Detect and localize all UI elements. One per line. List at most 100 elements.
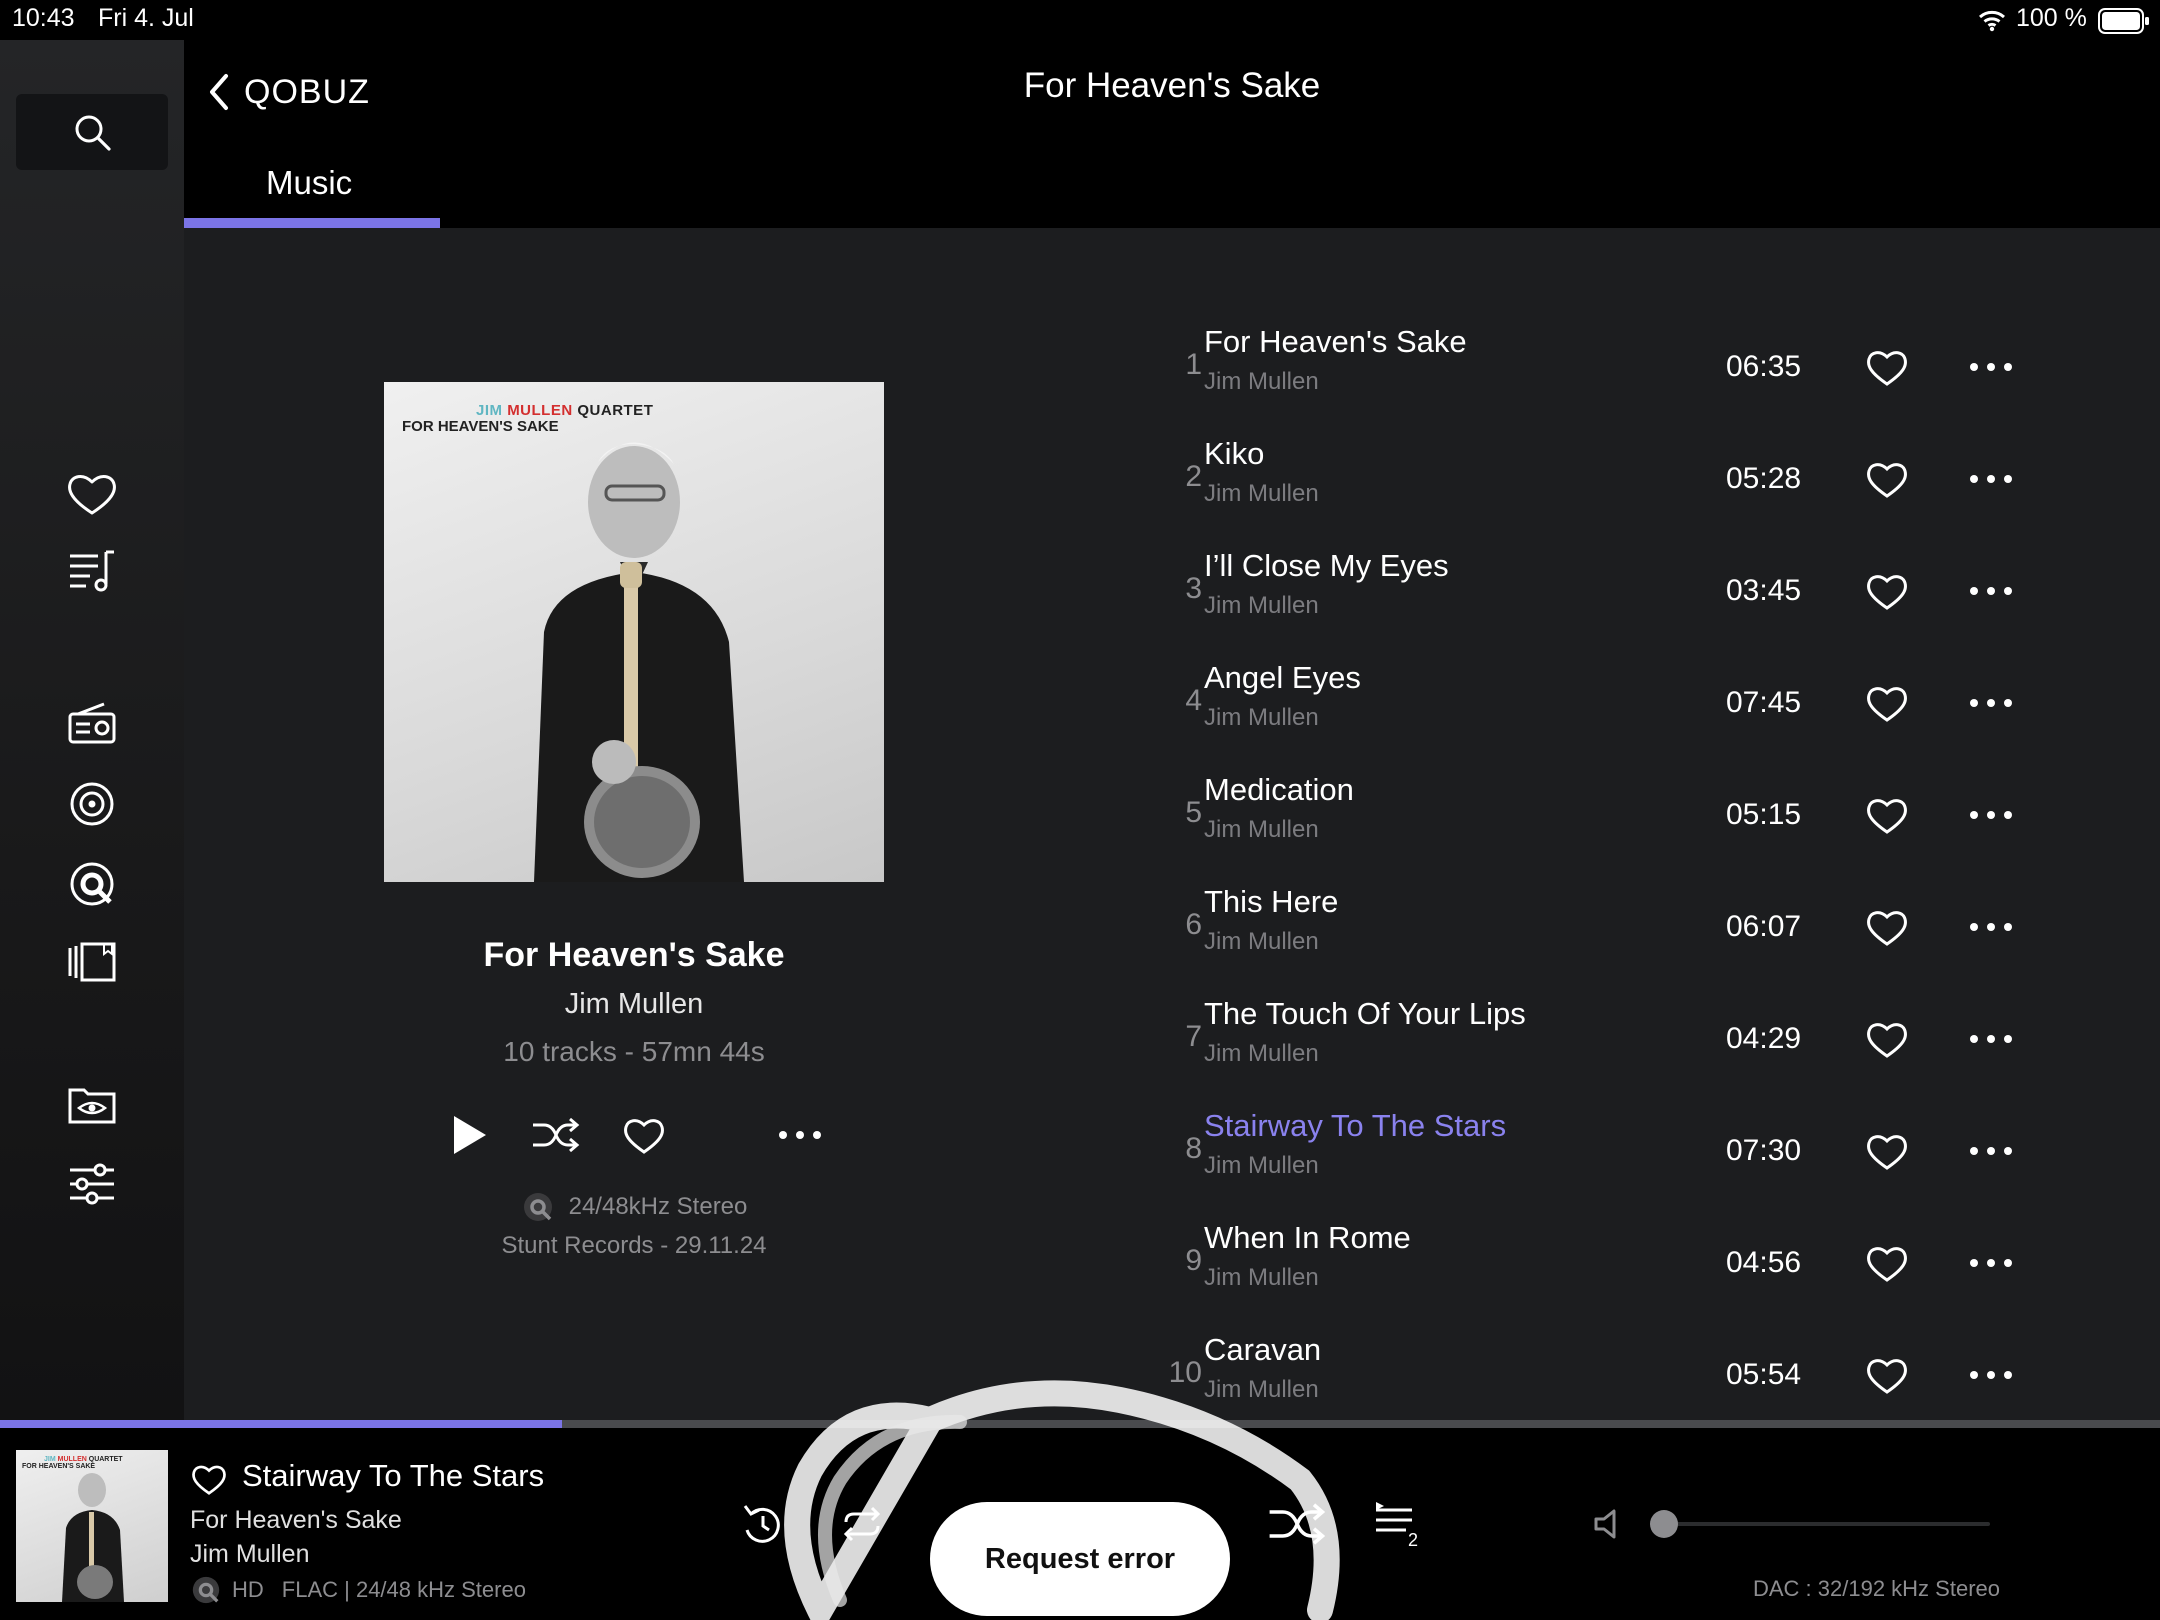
sidebar (0, 40, 184, 1420)
track-artist: Jim Mullen (1204, 1040, 1319, 1067)
qobuz-quality-icon (523, 1193, 552, 1221)
heart-icon[interactable] (1862, 1238, 1912, 1288)
more-icon[interactable] (1966, 566, 2016, 616)
track-duration: 05:28 (1726, 462, 1802, 495)
track-row[interactable]: 9 When In Rome Jim Mullen 04:56 (1130, 1208, 2030, 1320)
error-toast[interactable]: Request error (930, 1502, 1230, 1616)
more-icon[interactable] (1966, 678, 2016, 728)
cover-photo (534, 442, 744, 882)
track-duration: 05:54 (1726, 1358, 1802, 1391)
album-more-button[interactable] (775, 1110, 825, 1160)
battery-percent: 100 % (2016, 4, 2087, 32)
track-duration: 07:45 (1726, 686, 1802, 719)
album-quality: 24/48kHz Stereo (384, 1190, 884, 1224)
track-title: Angel Eyes (1204, 660, 1361, 695)
track-row[interactable]: 4 Angel Eyes Jim Mullen 07:45 (1130, 648, 2030, 760)
more-icon[interactable] (1966, 1014, 2016, 1064)
folder-eye-icon[interactable] (58, 1070, 126, 1138)
more-icon (779, 1131, 821, 1139)
album-quality-text: 24/48kHz Stereo (568, 1193, 748, 1220)
heart-icon[interactable] (1862, 1350, 1912, 1400)
heart-icon[interactable] (1862, 902, 1912, 952)
heart-icon[interactable] (1862, 1126, 1912, 1176)
more-icon[interactable] (1966, 1350, 2016, 1400)
track-row[interactable]: 1 For Heaven's Sake Jim Mullen 06:35 (1130, 312, 2030, 424)
np-favorite-button[interactable] (188, 1458, 230, 1500)
more-icon[interactable] (1966, 342, 2016, 392)
track-number: 8 (1185, 1132, 1202, 1165)
radio-icon[interactable] (58, 690, 126, 758)
heart-icon[interactable] (1862, 566, 1912, 616)
status-time: 10:43 (12, 4, 75, 32)
heart-icon[interactable] (1862, 678, 1912, 728)
qobuz-icon[interactable] (58, 850, 126, 918)
volume-button[interactable] (1590, 1504, 1630, 1544)
more-icon[interactable] (1966, 454, 2016, 504)
play-button[interactable] (444, 1110, 494, 1160)
track-title: When In Rome (1204, 1220, 1411, 1255)
progress-fill (0, 1420, 562, 1428)
heart-icon[interactable] (1862, 1014, 1912, 1064)
track-duration: 06:07 (1726, 910, 1802, 943)
library-icon[interactable] (58, 928, 126, 996)
track-row[interactable]: 7 The Touch Of Your Lips Jim Mullen 04:29 (1130, 984, 2030, 1096)
more-icon[interactable] (1966, 902, 2016, 952)
back-button[interactable]: QOBUZ (204, 64, 370, 120)
search-button[interactable] (16, 94, 168, 170)
page-title: For Heaven's Sake (1023, 66, 1321, 105)
track-row[interactable]: 8 Stairway To The Stars Jim Mullen 07:30 (1130, 1096, 2030, 1208)
dac-info: DAC : 32/192 kHz Stereo (1752, 1576, 2000, 1601)
track-duration: 07:30 (1726, 1134, 1802, 1167)
track-title: This Here (1204, 884, 1339, 919)
album-info: 10 tracks - 57mn 44s (503, 1036, 765, 1067)
favorites-heart-icon[interactable] (58, 460, 126, 528)
track-title: For Heaven's Sake (1204, 324, 1467, 359)
now-playing-album[interactable]: For Heaven's Sake (190, 1506, 402, 1535)
heart-icon[interactable] (1862, 454, 1912, 504)
track-row[interactable]: 6 This Here Jim Mullen 06:07 (1130, 872, 2030, 984)
tab-music-label: Music (266, 164, 353, 201)
track-title: The Touch Of Your Lips (1204, 996, 1526, 1031)
track-artist: Jim Mullen (1204, 1152, 1319, 1179)
shuffle-button[interactable] (530, 1110, 580, 1160)
now-playing-artist[interactable]: Jim Mullen (190, 1540, 309, 1569)
track-duration: 05:15 (1726, 798, 1802, 831)
album-artist[interactable]: Jim Mullen (384, 988, 884, 1021)
track-title: I’ll Close My Eyes (1204, 548, 1449, 583)
track-number: 7 (1185, 1020, 1202, 1053)
heart-icon[interactable] (1862, 342, 1912, 392)
search-icon (72, 112, 112, 152)
playlist-icon[interactable] (58, 538, 126, 606)
status-date: Fri 4. Jul (98, 4, 194, 32)
track-title: Kiko (1204, 436, 1265, 471)
np-art-caption: JIM MULLEN QUARTET FOR HEAVEN'S SAKE (22, 1456, 123, 1470)
track-artist: Jim Mullen (1204, 480, 1319, 507)
queue-count: 2 (1408, 1530, 1419, 1550)
album-favorite-button[interactable] (619, 1110, 669, 1160)
track-title: Stairway To The Stars (1204, 1108, 1507, 1143)
more-icon[interactable] (1966, 790, 2016, 840)
play-icon (454, 1116, 486, 1154)
volume-slider[interactable] (1660, 1522, 1990, 1526)
track-title: Medication (1204, 772, 1354, 807)
track-duration: 04:56 (1726, 1246, 1802, 1279)
volume-knob[interactable] (1650, 1510, 1678, 1538)
track-row[interactable]: 5 Medication Jim Mullen 05:15 (1130, 760, 2030, 872)
sliders-icon[interactable] (58, 1150, 126, 1218)
now-playing-art[interactable]: JIM MULLEN QUARTET FOR HEAVEN'S SAKE (16, 1450, 168, 1602)
now-playing-quality: HD FLAC | 24/48 kHz Stereo (190, 1574, 526, 1606)
heart-icon[interactable] (1862, 790, 1912, 840)
track-row[interactable]: 3 I’ll Close My Eyes Jim Mullen 03:45 (1130, 536, 2030, 648)
more-icon[interactable] (1966, 1238, 2016, 1288)
track-row[interactable]: 2 Kiko Jim Mullen 05:28 (1130, 424, 2030, 536)
shuffle-icon (533, 1117, 580, 1153)
queue-button[interactable]: 2 (1366, 1494, 1426, 1554)
now-playing-title: Stairway To The Stars (242, 1458, 545, 1493)
track-number: 5 (1185, 796, 1202, 829)
target-icon[interactable] (58, 770, 126, 838)
more-icon[interactable] (1966, 1126, 2016, 1176)
track-number: 4 (1185, 684, 1202, 717)
album-title: For Heaven's Sake (483, 936, 785, 974)
track-duration: 03:45 (1726, 574, 1802, 607)
back-label: QOBUZ (244, 72, 370, 111)
